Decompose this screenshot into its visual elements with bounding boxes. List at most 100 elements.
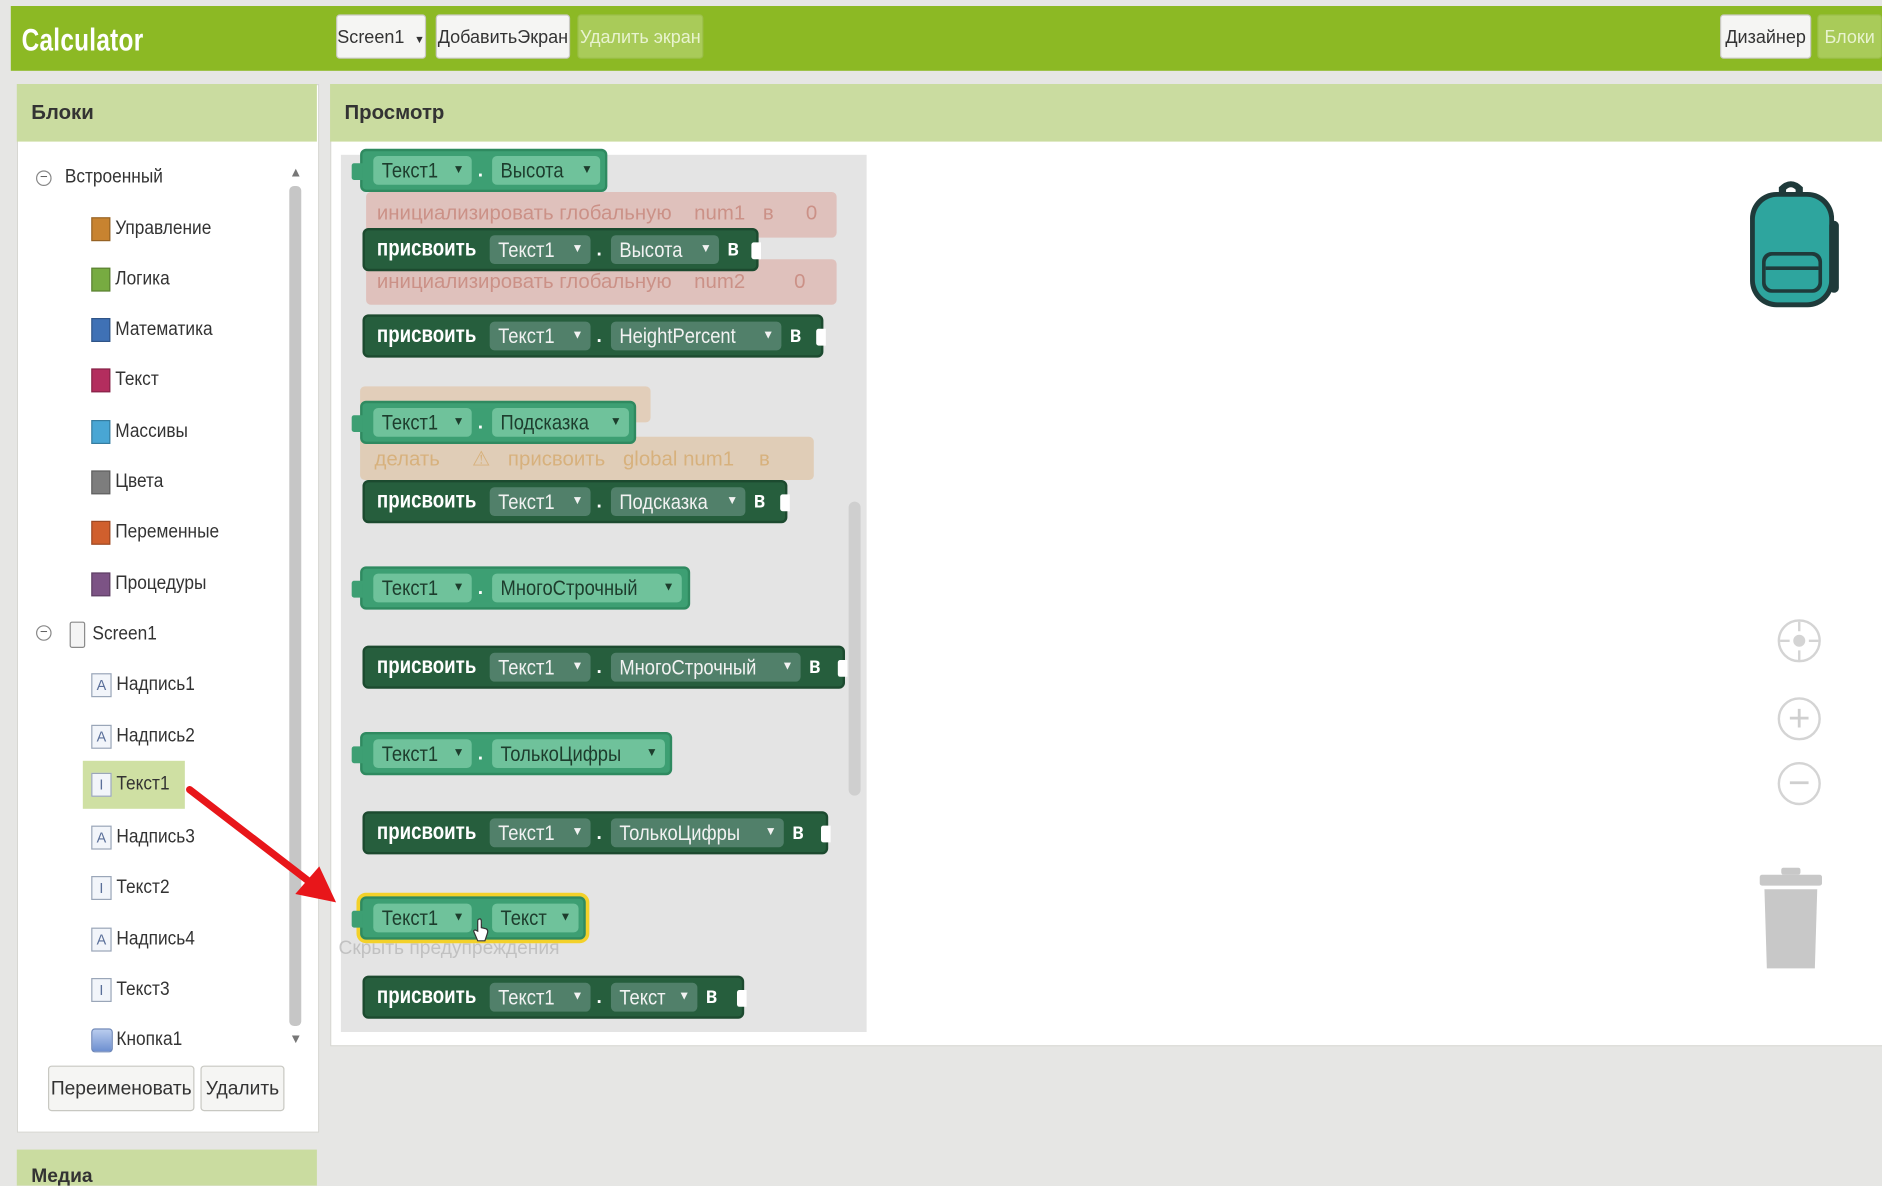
- component-textbox1[interactable]: I Текст1: [82, 760, 185, 809]
- getter-block-numbersonly[interactable]: Текст1 ▼ . ТолькоЦифры ▼: [351, 732, 673, 776]
- input-socket: [736, 990, 747, 1007]
- property-dropdown[interactable]: Текст ▼: [610, 982, 698, 1012]
- property-dropdown[interactable]: Высота ▼: [492, 156, 601, 185]
- scroll-down-icon[interactable]: ▼: [289, 1032, 302, 1046]
- lists-color-icon: [91, 419, 111, 444]
- dot-separator: .: [596, 987, 602, 1009]
- chevron-down-icon: ▼: [726, 494, 739, 508]
- component-dropdown[interactable]: Текст1 ▼: [489, 818, 591, 848]
- builtin-item-colors[interactable]: Цвета: [91, 463, 169, 501]
- component-dropdown[interactable]: Текст1 ▼: [373, 739, 472, 768]
- textbox-icon: I: [91, 977, 112, 1002]
- component-textbox3[interactable]: I Текст3: [91, 971, 175, 1009]
- tree-item-label: Текст2: [116, 877, 170, 898]
- property-name: Подсказка: [500, 410, 589, 435]
- collapse-icon[interactable]: −: [36, 170, 52, 186]
- component-dropdown[interactable]: Текст1 ▼: [373, 408, 472, 437]
- getter-block-multiline[interactable]: Текст1 ▼ . МногоСтрочный ▼: [351, 566, 691, 610]
- component-button1[interactable]: Кнопка1: [91, 1021, 189, 1059]
- set-keyword: присвоить: [376, 322, 477, 348]
- rename-button[interactable]: Переименовать: [48, 1065, 195, 1112]
- component-label4[interactable]: A Надпись4: [91, 920, 203, 958]
- setter-block-multiline[interactable]: присвоить Текст1 ▼ . МногоСтрочный ▼ в: [362, 645, 848, 689]
- component-name: Текст1: [498, 820, 555, 845]
- screen-select-dropdown[interactable]: Screen1 ▼: [336, 14, 427, 59]
- zoom-in-icon[interactable]: +: [1777, 697, 1821, 741]
- setter-block-text[interactable]: присвоить Текст1 ▼ . Текст ▼ в: [362, 975, 747, 1019]
- ghost-init1-label: инициализировать глобальную: [376, 201, 672, 225]
- blocks-button[interactable]: Блоки: [1817, 14, 1882, 59]
- trash-icon[interactable]: [1759, 867, 1823, 971]
- property-name: ТолькоЦифры: [619, 820, 741, 845]
- component-dropdown[interactable]: Текст1 ▼: [373, 573, 472, 603]
- property-dropdown[interactable]: ТолькоЦифры ▼: [610, 818, 784, 848]
- to-keyword: в: [792, 819, 804, 845]
- dot-separator: .: [596, 492, 602, 513]
- component-label2[interactable]: A Надпись2: [91, 718, 203, 756]
- component-dropdown[interactable]: Текст1 ▼: [373, 903, 472, 933]
- chevron-down-icon: ▼: [699, 242, 712, 256]
- input-socket: [751, 242, 761, 260]
- tree-item-label: Процедуры: [115, 573, 207, 594]
- property-dropdown[interactable]: МногоСтрочный ▼: [610, 652, 801, 682]
- property-dropdown[interactable]: HeightPercent ▼: [610, 321, 782, 351]
- getter-block-height[interactable]: Текст1 ▼ . Высота ▼: [351, 148, 608, 192]
- getter-block-hint[interactable]: Текст1 ▼ . Подсказка ▼: [351, 400, 637, 445]
- component-dropdown[interactable]: Текст1 ▼: [489, 235, 591, 264]
- chevron-down-icon: ▼: [645, 746, 658, 760]
- property-name: МногоСтрочный: [500, 576, 638, 600]
- property-dropdown[interactable]: ТолькоЦифры ▼: [492, 739, 665, 768]
- set-keyword: присвоить: [376, 819, 477, 845]
- remove-screen-button[interactable]: Удалить экран: [577, 14, 704, 59]
- flyout-scrollbar[interactable]: [848, 501, 861, 796]
- textbox-icon: I: [91, 875, 112, 900]
- builtin-item-text[interactable]: Текст: [91, 361, 163, 399]
- builtin-item-math[interactable]: Математика: [91, 311, 223, 349]
- property-dropdown[interactable]: МногоСтрочный ▼: [492, 573, 682, 603]
- collapse-icon[interactable]: −: [36, 625, 52, 641]
- component-label1[interactable]: A Надпись1: [91, 666, 203, 704]
- builtin-item-lists[interactable]: Массивы: [91, 413, 196, 451]
- tree-item-label: Надпись1: [116, 674, 195, 695]
- component-dropdown[interactable]: Текст1 ▼: [489, 487, 591, 516]
- property-dropdown[interactable]: Высота ▼: [610, 235, 719, 264]
- property-dropdown[interactable]: Подсказка ▼: [610, 487, 746, 516]
- component-textbox2[interactable]: I Текст2: [91, 869, 175, 907]
- designer-button[interactable]: Дизайнер: [1720, 14, 1812, 59]
- text-color-icon: [91, 368, 111, 393]
- to-keyword: в: [809, 654, 821, 680]
- property-dropdown[interactable]: Текст ▼: [492, 903, 579, 933]
- setter-block-height[interactable]: присвоить Текст1 ▼ . Высота ▼ в: [362, 228, 761, 272]
- add-screen-button[interactable]: ДобавитьЭкран: [435, 14, 571, 59]
- component-dropdown[interactable]: Текст1 ▼: [489, 652, 591, 682]
- tree-item-label: Встроенный: [64, 166, 163, 188]
- ghost-do-to: в: [759, 447, 770, 471]
- output-tab: [351, 163, 363, 180]
- component-dropdown[interactable]: Текст1 ▼: [489, 982, 591, 1012]
- builtin-item-logic[interactable]: Логика: [91, 260, 176, 298]
- ghost-do-set: присвоить: [507, 447, 606, 471]
- hide-warnings-link[interactable]: Скрыть предупреждения: [338, 938, 559, 960]
- screen-icon: [69, 621, 86, 648]
- setter-block-hint[interactable]: присвоить Текст1 ▼ . Подсказка ▼ в: [362, 480, 790, 524]
- backpack-icon[interactable]: [1743, 178, 1841, 312]
- builtin-item-control[interactable]: Управление: [91, 210, 222, 248]
- setter-block-heightpercent[interactable]: присвоить Текст1 ▼ . HeightPercent ▼ в: [362, 314, 826, 358]
- recenter-icon[interactable]: [1777, 619, 1821, 663]
- component-dropdown[interactable]: Текст1 ▼: [373, 156, 472, 185]
- tree-item-screen1[interactable]: Screen1: [69, 616, 164, 654]
- tree-item-label: Текст: [115, 369, 159, 391]
- builtin-item-variables[interactable]: Переменные: [91, 514, 230, 552]
- component-dropdown[interactable]: Текст1 ▼: [489, 321, 591, 351]
- tree-item-builtin[interactable]: Встроенный: [65, 158, 174, 196]
- chevron-down-icon: ▼: [764, 825, 777, 839]
- math-color-icon: [91, 317, 111, 342]
- setter-block-numbersonly[interactable]: присвоить Текст1 ▼ . ТолькоЦифры ▼ в: [362, 811, 831, 855]
- property-dropdown[interactable]: Подсказка ▼: [492, 408, 629, 437]
- zoom-out-icon[interactable]: −: [1777, 762, 1821, 806]
- delete-button[interactable]: Удалить: [200, 1065, 285, 1112]
- scroll-up-icon[interactable]: ▲: [289, 166, 302, 180]
- builtin-item-procedures[interactable]: Процедуры: [91, 565, 216, 603]
- component-name: Текст1: [498, 324, 555, 348]
- chevron-down-icon: ▼: [559, 910, 572, 925]
